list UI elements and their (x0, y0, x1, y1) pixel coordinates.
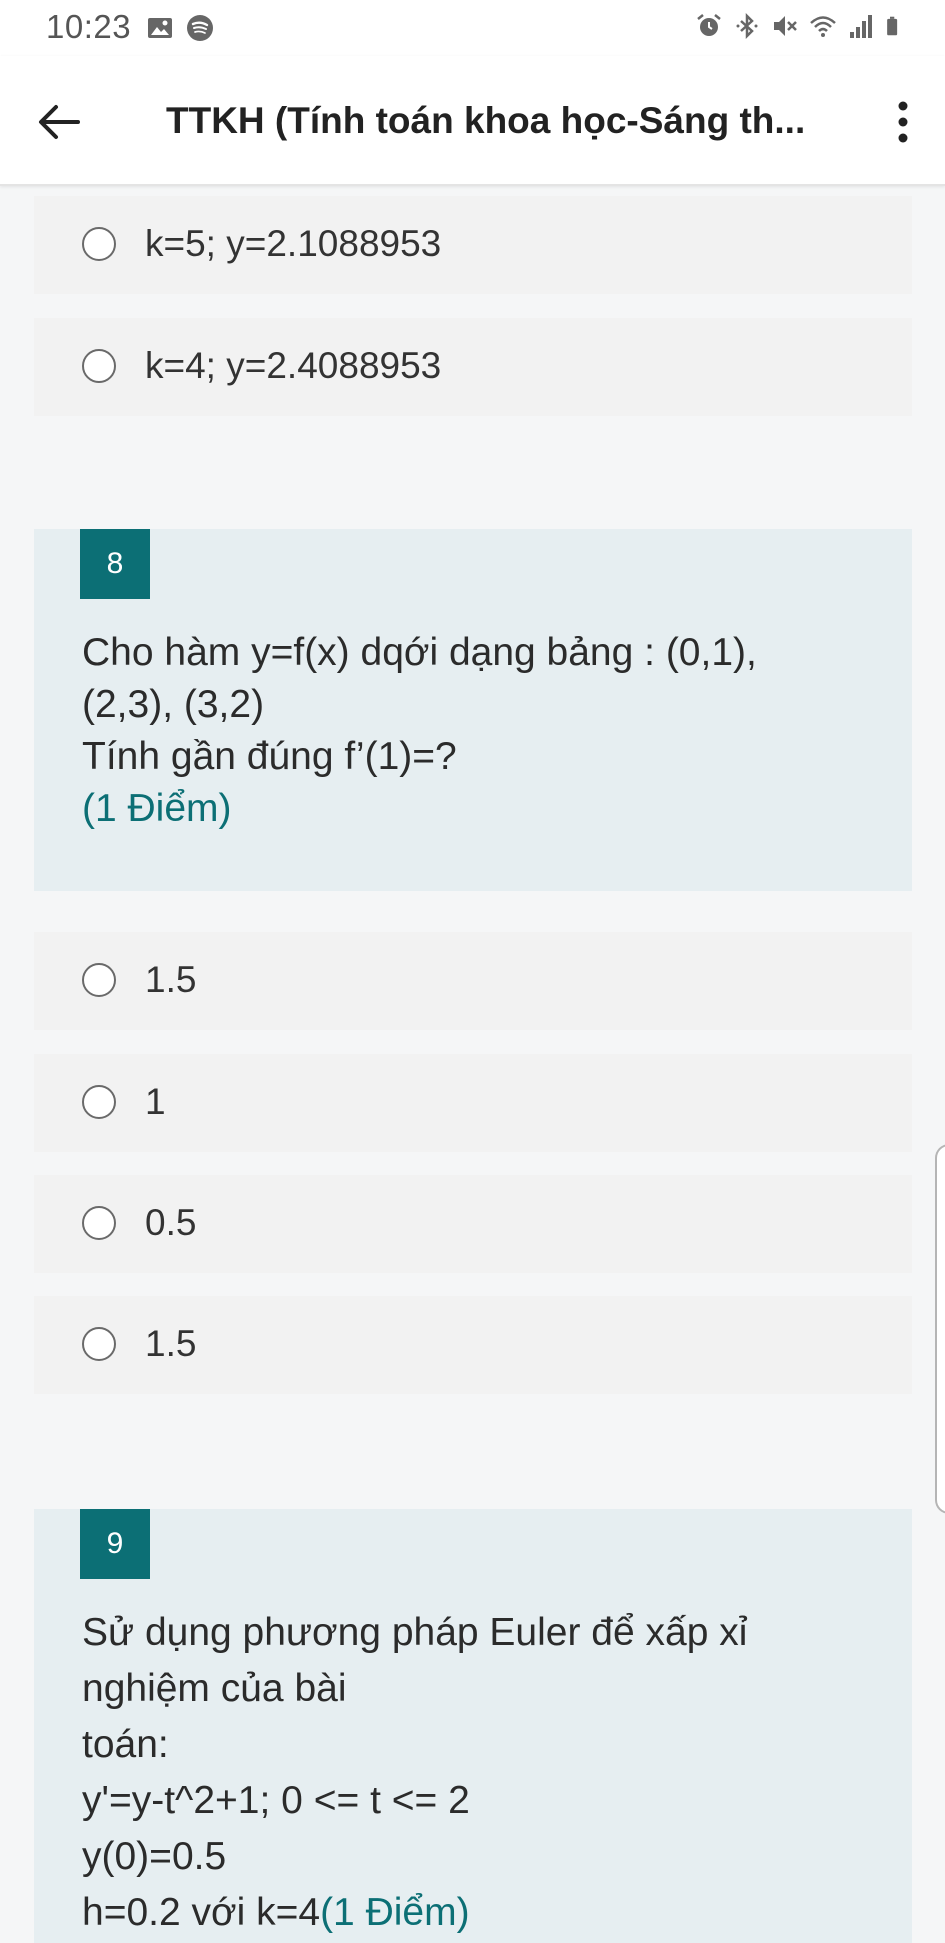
alarm-icon (697, 14, 721, 36)
mute-icon (774, 16, 797, 36)
question-8-option-3[interactable]: 0.5 (34, 1175, 912, 1273)
question-last-line: h=0.2 với k=4(1 Điểm) (82, 1885, 872, 1941)
question-points: (1 Điểm) (82, 787, 232, 830)
option-label: 1 (145, 1081, 166, 1122)
question-text: Cho hàm y=f(x) dqới dạng bảng : (0,1), (… (82, 627, 872, 835)
question-line: Cho hàm y=f(x) dqới dạng bảng : (0,1), (82, 631, 757, 674)
arrow-left-icon (39, 105, 80, 139)
status-right-icons (695, 12, 905, 40)
status-bar: 10:23 (0, 0, 945, 56)
question-8-option-1[interactable]: 1.5 (34, 932, 912, 1030)
question-9-card: 9 Sử dụng phương pháp Euler để xấp xỉ ng… (34, 1509, 912, 1943)
wifi-icon (810, 16, 836, 37)
question-line: (2,3), (3,2) (82, 683, 265, 726)
bluetooth-icon (736, 12, 758, 40)
back-button[interactable] (30, 94, 86, 150)
signal-icon (850, 15, 872, 38)
question-line: y(0)=0.5 (82, 1835, 227, 1878)
option-label: 0.5 (145, 1202, 197, 1243)
question-number: 9 (80, 1509, 150, 1579)
spotify-icon (187, 15, 213, 41)
question-8-card: 8 Cho hàm y=f(x) dqới dạng bảng : (0,1),… (34, 529, 912, 891)
radio-button[interactable] (82, 1327, 116, 1361)
gallery-icon (148, 18, 172, 38)
question-points: (1 Điểm) (320, 1891, 470, 1934)
edge-panel-handle[interactable] (935, 1144, 945, 1514)
status-time: 10:23 (46, 8, 132, 45)
option-label: 1.5 (145, 1323, 197, 1364)
question-text: Sử dụng phương pháp Euler để xấp xỉ nghi… (82, 1605, 872, 1941)
question-line: y'=y-t^2+1; 0 <= t <= 2 (82, 1779, 470, 1822)
question-line: nghiệm của bài (82, 1667, 347, 1710)
radio-button[interactable] (82, 963, 116, 997)
option-label: k=5; y=2.1088953 (145, 223, 442, 264)
question-line: toán: (82, 1723, 169, 1766)
question-8-option-2[interactable]: 1 (34, 1054, 912, 1152)
option-label: 1.5 (145, 959, 197, 1000)
question-8-option-4[interactable]: 1.5 (34, 1296, 912, 1394)
more-vertical-icon (898, 101, 908, 143)
page-title: TTKH (Tính toán khoa học-Sáng th... (166, 100, 806, 141)
more-options-button[interactable] (883, 94, 923, 150)
app-bar: TTKH (Tính toán khoa học-Sáng th... (0, 56, 945, 186)
radio-button[interactable] (82, 1206, 116, 1240)
battery-icon (887, 16, 898, 36)
question-number: 8 (80, 529, 150, 599)
question-line: h=0.2 với k=4 (82, 1891, 321, 1934)
radio-button[interactable] (82, 227, 116, 261)
question-line: Sử dụng phương pháp Euler để xấp xỉ (82, 1611, 748, 1654)
option-label: k=4; y=2.4088953 (145, 345, 442, 386)
status-left-icons (146, 14, 214, 42)
question-line: Tính gần đúng f’(1)=? (82, 735, 457, 778)
radio-button[interactable] (82, 1085, 116, 1119)
radio-button[interactable] (82, 349, 116, 383)
question-7-option-2[interactable]: k=4; y=2.4088953 (34, 318, 912, 416)
question-7-option-1[interactable]: k=5; y=2.1088953 (34, 196, 912, 294)
